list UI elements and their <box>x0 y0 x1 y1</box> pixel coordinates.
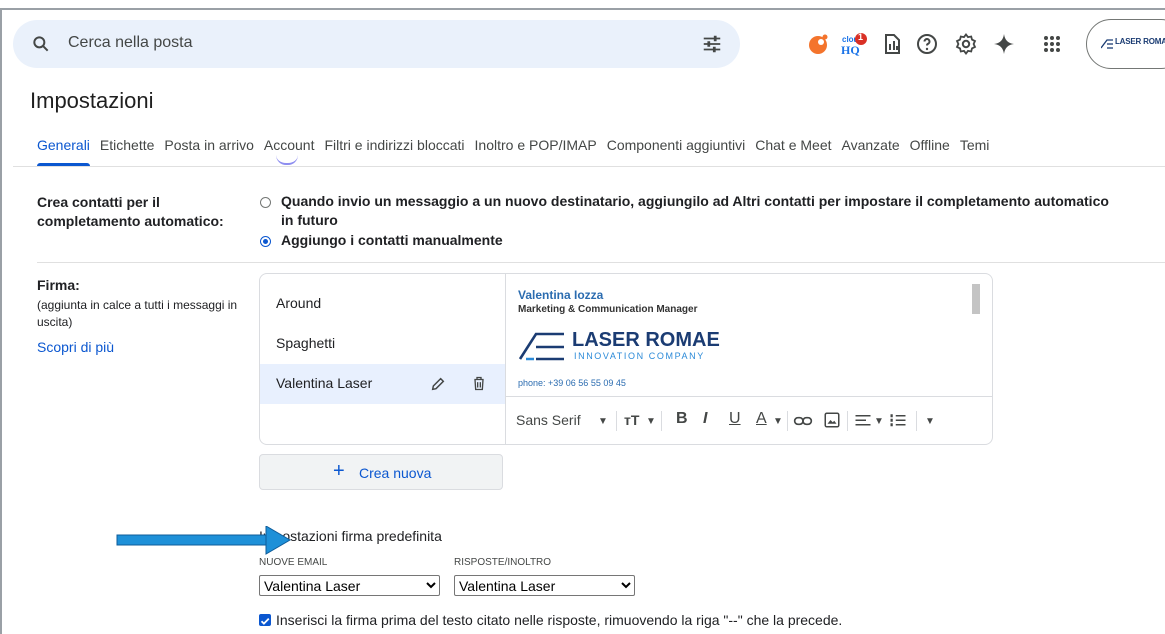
align-dropdown-icon[interactable]: ▼ <box>874 416 884 427</box>
signature-phone-partial: phone: +39 06 56 55 09 45 <box>518 378 626 388</box>
more-formatting-icon[interactable]: ▼ <box>925 416 935 427</box>
radio-auto-add[interactable] <box>260 197 271 208</box>
company-subtitle: INNOVATION COMPANY <box>574 351 705 361</box>
company-mark-icon <box>518 332 564 361</box>
font-size-icon[interactable]: тT <box>624 412 639 428</box>
image-icon[interactable] <box>823 411 841 429</box>
tab-avanzate[interactable]: Avanzate <box>842 137 900 165</box>
annotation-arrow-icon <box>116 526 291 555</box>
signature-position-label[interactable]: Inserisci la firma prima del testo citat… <box>276 612 842 628</box>
cloudhq-icon[interactable]: clou HQ 1 <box>840 32 870 57</box>
option-manual[interactable]: Aggiungo i contatti manualmente <box>281 231 503 250</box>
font-select[interactable]: Sans Serif <box>516 412 581 428</box>
tab-componenti[interactable]: Componenti aggiuntivi <box>607 137 746 165</box>
text-color-button[interactable]: A <box>756 410 767 428</box>
signature-item-label: Around <box>276 295 322 311</box>
tab-filtri[interactable]: Filtri e indirizzi bloccati <box>324 137 464 165</box>
page-title: Impostazioni <box>30 88 154 113</box>
contacts-label-line1: Crea contatti per il <box>37 194 160 210</box>
settings-tabs: Generali Etichette Posta in arrivo Accou… <box>37 137 999 166</box>
plus-icon: + <box>333 460 345 482</box>
signature-editor[interactable]: Valentina Iozza Marketing & Communicatio… <box>506 274 992 444</box>
color-dropdown-icon[interactable]: ▼ <box>773 416 783 427</box>
search-bar[interactable]: Cerca nella posta <box>13 20 740 68</box>
notification-badge: 1 <box>858 32 864 42</box>
numbered-list-icon[interactable] <box>889 413 907 429</box>
settings-icon[interactable] <box>954 32 978 56</box>
account-button[interactable]: LASER ROMAE <box>1086 19 1165 69</box>
link-icon[interactable] <box>793 413 813 429</box>
bug-icon[interactable] <box>806 32 830 56</box>
bold-button[interactable]: B <box>676 410 688 428</box>
search-input[interactable]: Cerca nella posta <box>68 34 193 52</box>
contacts-setting-label: Crea contatti per il completamento autom… <box>37 193 224 231</box>
reply-signature-select[interactable]: Valentina Laser <box>454 575 635 596</box>
signature-position-checkbox[interactable] <box>259 614 271 626</box>
learn-more-link[interactable]: Scopri di più <box>37 339 114 355</box>
signature-label: Firma: <box>37 277 80 293</box>
radio-manual[interactable] <box>260 236 271 247</box>
create-signature-button[interactable]: + Crea nuova <box>259 454 503 490</box>
format-toolbar: Sans Serif ▼ тT ▼ B I U A ▼ ▼ ▼ <box>506 397 992 444</box>
new-email-signature-select[interactable]: Valentina Laser <box>259 575 440 596</box>
signature-name: Valentina Iozza <box>518 288 604 302</box>
gemini-icon[interactable] <box>992 32 1016 56</box>
search-icon[interactable] <box>31 34 51 54</box>
tab-inoltro[interactable]: Inoltro e POP/IMAP <box>475 137 597 165</box>
toolbar-divider <box>847 411 848 431</box>
signature-description: (aggiunta in calce a tutti i messaggi in… <box>37 298 238 329</box>
signature-item-label: Spaghetti <box>276 335 336 351</box>
option-auto-add-line1: Quando invio un messaggio a un nuovo des… <box>281 193 1109 209</box>
edit-icon[interactable] <box>430 376 446 392</box>
signature-role: Marketing & Communication Manager <box>518 304 698 315</box>
signature-preview[interactable]: Valentina Iozza Marketing & Communicatio… <box>506 274 992 397</box>
align-icon[interactable] <box>854 413 872 429</box>
reply-forward-label: RISPOSTE/INOLTRO <box>454 557 552 568</box>
delete-icon[interactable] <box>471 375 487 392</box>
toolbar-divider <box>616 411 617 431</box>
tabs-divider <box>13 166 1165 167</box>
company-logo-icon <box>1101 39 1113 49</box>
preview-scrollbar[interactable] <box>972 284 980 314</box>
company-name: LASER ROMAE <box>572 329 720 351</box>
toolbar-divider <box>916 411 917 431</box>
checkmark-icon <box>260 617 270 625</box>
tab-generali[interactable]: Generali <box>37 137 90 166</box>
contacts-label-line2: completamento automatico: <box>37 213 224 229</box>
tab-temi[interactable]: Temi <box>960 137 990 165</box>
tab-offline[interactable]: Offline <box>910 137 950 165</box>
toolbar-divider <box>661 411 662 431</box>
apps-icon[interactable] <box>1040 32 1064 56</box>
font-dropdown-icon[interactable]: ▼ <box>598 416 608 427</box>
italic-button[interactable]: I <box>703 410 707 428</box>
tab-chat-meet[interactable]: Chat e Meet <box>755 137 831 165</box>
signature-item-selected[interactable]: Valentina Laser <box>260 364 505 404</box>
new-email-label: NUOVE EMAIL <box>259 557 328 568</box>
signature-item-label: Valentina Laser <box>276 375 373 391</box>
size-dropdown-icon[interactable]: ▼ <box>646 416 656 427</box>
help-icon[interactable] <box>915 32 939 56</box>
svg-text:HQ: HQ <box>841 43 860 56</box>
underline-button[interactable]: U <box>729 410 741 428</box>
account-logo-text: LASER ROMAE <box>1115 37 1165 46</box>
signature-item[interactable]: Around <box>260 284 505 324</box>
create-signature-label: Crea nuova <box>359 465 432 481</box>
option-auto-add[interactable]: Quando invio un messaggio a un nuovo des… <box>281 192 1109 230</box>
row-divider <box>37 262 1165 263</box>
stats-icon[interactable] <box>882 32 906 56</box>
signature-list: Around Spaghetti Valentina Laser <box>260 274 506 444</box>
signature-item[interactable]: Spaghetti <box>260 324 505 364</box>
tab-posta-in-arrivo[interactable]: Posta in arrivo <box>164 137 253 165</box>
toolbar-divider <box>787 411 788 431</box>
option-auto-add-line2: in futuro <box>281 212 338 228</box>
search-options-icon[interactable] <box>701 33 723 55</box>
signature-editor-box: Around Spaghetti Valentina Laser Valenti… <box>259 273 993 445</box>
tab-etichette[interactable]: Etichette <box>100 137 154 165</box>
